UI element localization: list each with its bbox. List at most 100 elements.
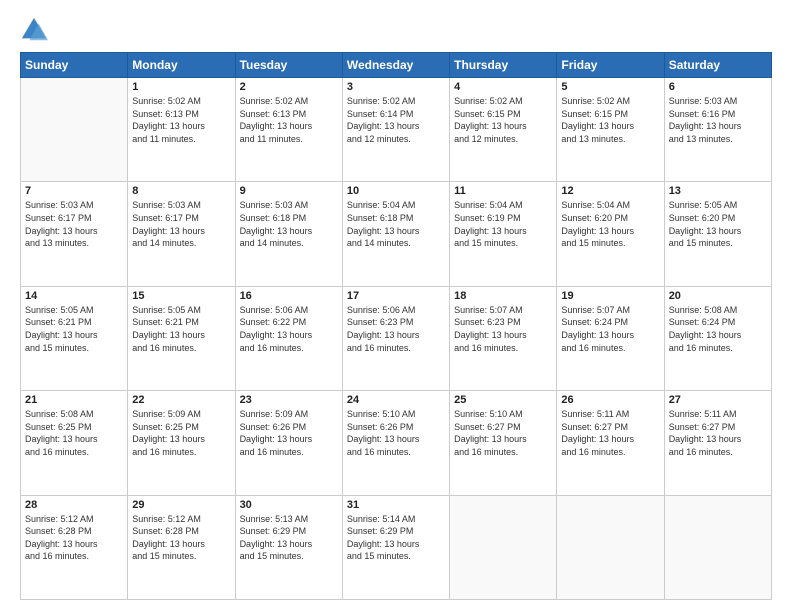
calendar-cell: 18Sunrise: 5:07 AM Sunset: 6:23 PM Dayli… — [450, 286, 557, 390]
calendar-table: SundayMondayTuesdayWednesdayThursdayFrid… — [20, 52, 772, 600]
day-info: Sunrise: 5:08 AM Sunset: 6:24 PM Dayligh… — [669, 304, 767, 354]
day-info: Sunrise: 5:03 AM Sunset: 6:18 PM Dayligh… — [240, 199, 338, 249]
day-number: 14 — [25, 290, 123, 302]
day-number: 13 — [669, 185, 767, 197]
calendar-cell: 14 Sunrise: 5:05 AM Sunset: 6:21 PM Dayli… — [21, 286, 128, 390]
calendar-cell: 4 Sunrise: 5:02 AM Sunset: 6:15 PM Daylig… — [450, 78, 557, 182]
calendar-cell: 7 Sunrise: 5:03 AM Sunset: 6:17 PM Daylig… — [21, 182, 128, 286]
day-number: 3 — [347, 81, 445, 93]
day-info: Sunrise: 5:05 AM Sunset: 6:20 PM Dayligh… — [669, 199, 767, 249]
day-info: Sunrise: 5:06 AM Sunset: 6:23 PM Dayligh… — [347, 304, 445, 354]
day-number: 7 — [25, 185, 123, 197]
calendar-cell: 11Sunrise: 5:04 AM Sunset: 6:19 PM Dayli… — [450, 182, 557, 286]
day-info: Sunrise: 5:02 AM Sunset: 6:14 PM Dayligh… — [347, 95, 445, 145]
day-number: 31 — [347, 499, 445, 511]
calendar-cell: 28 Sunrise: 5:12 AM Sunset: 6:28 PM Dayli… — [21, 495, 128, 599]
day-info: Sunrise: 5:03 AM Sunset: 6:17 PM Dayligh… — [132, 199, 230, 249]
day-info: Sunrise: 5:03 AM Sunset: 6:17 PM Dayligh… — [25, 199, 123, 249]
logo-icon — [20, 16, 48, 44]
day-info: Sunrise: 5:02 AM Sunset: 6:13 PM Dayligh… — [240, 95, 338, 145]
day-info: Sunrise: 5:06 AM Sunset: 6:22 PM Dayligh… — [240, 304, 338, 354]
day-info: Sunrise: 5:13 AM Sunset: 6:29 PM Dayligh… — [240, 513, 338, 563]
day-number: 6 — [669, 81, 767, 93]
calendar-cell: 23 Sunrise: 5:09 AM Sunset: 6:26 PM Dayli… — [235, 391, 342, 495]
calendar-cell: 12 Sunrise: 5:04 AM Sunset: 6:20 PM Dayli… — [557, 182, 664, 286]
calendar-cell: 13 Sunrise: 5:05 AM Sunset: 6:20 PM Dayli… — [664, 182, 771, 286]
day-number: 15 — [132, 290, 230, 302]
day-number: 22 — [132, 394, 230, 406]
day-info: Sunrise: 5:03 AM Sunset: 6:16 PM Dayligh… — [669, 95, 767, 145]
day-info: Sunrise: 5:05 AM Sunset: 6:21 PM Dayligh… — [25, 304, 123, 354]
calendar-cell: 1Sunrise: 5:02 AM Sunset: 6:13 PM Daylig… — [128, 78, 235, 182]
day-number: 24 — [347, 394, 445, 406]
day-info: Sunrise: 5:02 AM Sunset: 6:15 PM Dayligh… — [454, 95, 552, 145]
calendar-cell: 3 Sunrise: 5:02 AM Sunset: 6:14 PM Daylig… — [342, 78, 449, 182]
day-number: 21 — [25, 394, 123, 406]
day-header-sunday: Sunday — [21, 53, 128, 78]
calendar-cell — [450, 495, 557, 599]
calendar-cell: 21 Sunrise: 5:08 AM Sunset: 6:25 PM Dayli… — [21, 391, 128, 495]
day-info: Sunrise: 5:02 AM Sunset: 6:15 PM Dayligh… — [561, 95, 659, 145]
day-number: 16 — [240, 290, 338, 302]
calendar-cell: 20 Sunrise: 5:08 AM Sunset: 6:24 PM Dayli… — [664, 286, 771, 390]
day-number: 29 — [132, 499, 230, 511]
day-number: 17 — [347, 290, 445, 302]
calendar-cell: 10 Sunrise: 5:04 AM Sunset: 6:18 PM Dayli… — [342, 182, 449, 286]
calendar-week-3: 14 Sunrise: 5:05 AM Sunset: 6:21 PM Dayli… — [21, 286, 772, 390]
day-number: 9 — [240, 185, 338, 197]
day-header-saturday: Saturday — [664, 53, 771, 78]
calendar-cell: 27 Sunrise: 5:11 AM Sunset: 6:27 PM Dayli… — [664, 391, 771, 495]
calendar-cell — [557, 495, 664, 599]
day-number: 19 — [561, 290, 659, 302]
day-number: 4 — [454, 81, 552, 93]
calendar-week-5: 28 Sunrise: 5:12 AM Sunset: 6:28 PM Dayli… — [21, 495, 772, 599]
header — [20, 16, 772, 44]
calendar-cell: 17 Sunrise: 5:06 AM Sunset: 6:23 PM Dayli… — [342, 286, 449, 390]
calendar-cell: 8 Sunrise: 5:03 AM Sunset: 6:17 PM Daylig… — [128, 182, 235, 286]
day-number: 10 — [347, 185, 445, 197]
calendar-cell: 29 Sunrise: 5:12 AM Sunset: 6:28 PM Dayli… — [128, 495, 235, 599]
day-number: 26 — [561, 394, 659, 406]
day-number: 27 — [669, 394, 767, 406]
page: SundayMondayTuesdayWednesdayThursdayFrid… — [0, 0, 792, 612]
day-number: 23 — [240, 394, 338, 406]
calendar-cell: 24Sunrise: 5:10 AM Sunset: 6:26 PM Dayli… — [342, 391, 449, 495]
calendar-cell: 30 Sunrise: 5:13 AM Sunset: 6:29 PM Dayli… — [235, 495, 342, 599]
day-info: Sunrise: 5:08 AM Sunset: 6:25 PM Dayligh… — [25, 408, 123, 458]
calendar-cell: 31 Sunrise: 5:14 AM Sunset: 6:29 PM Dayli… — [342, 495, 449, 599]
calendar-week-1: 1Sunrise: 5:02 AM Sunset: 6:13 PM Daylig… — [21, 78, 772, 182]
day-info: Sunrise: 5:12 AM Sunset: 6:28 PM Dayligh… — [132, 513, 230, 563]
calendar-cell: 19 Sunrise: 5:07 AM Sunset: 6:24 PM Dayli… — [557, 286, 664, 390]
calendar-week-2: 7 Sunrise: 5:03 AM Sunset: 6:17 PM Daylig… — [21, 182, 772, 286]
day-number: 11 — [454, 185, 552, 197]
day-number: 20 — [669, 290, 767, 302]
day-info: Sunrise: 5:09 AM Sunset: 6:26 PM Dayligh… — [240, 408, 338, 458]
day-info: Sunrise: 5:14 AM Sunset: 6:29 PM Dayligh… — [347, 513, 445, 563]
calendar-header-row: SundayMondayTuesdayWednesdayThursdayFrid… — [21, 53, 772, 78]
day-number: 5 — [561, 81, 659, 93]
calendar-cell: 9 Sunrise: 5:03 AM Sunset: 6:18 PM Daylig… — [235, 182, 342, 286]
day-number: 30 — [240, 499, 338, 511]
day-info: Sunrise: 5:11 AM Sunset: 6:27 PM Dayligh… — [669, 408, 767, 458]
day-number: 8 — [132, 185, 230, 197]
calendar-cell: 26Sunrise: 5:11 AM Sunset: 6:27 PM Dayli… — [557, 391, 664, 495]
day-info: Sunrise: 5:02 AM Sunset: 6:13 PM Dayligh… — [132, 95, 230, 145]
logo — [20, 16, 52, 44]
calendar-cell: 2Sunrise: 5:02 AM Sunset: 6:13 PM Daylig… — [235, 78, 342, 182]
day-number: 12 — [561, 185, 659, 197]
day-info: Sunrise: 5:07 AM Sunset: 6:24 PM Dayligh… — [561, 304, 659, 354]
day-header-monday: Monday — [128, 53, 235, 78]
day-number: 18 — [454, 290, 552, 302]
day-info: Sunrise: 5:04 AM Sunset: 6:18 PM Dayligh… — [347, 199, 445, 249]
calendar-cell: 6 Sunrise: 5:03 AM Sunset: 6:16 PM Daylig… — [664, 78, 771, 182]
day-header-thursday: Thursday — [450, 53, 557, 78]
calendar-cell: 5 Sunrise: 5:02 AM Sunset: 6:15 PM Daylig… — [557, 78, 664, 182]
day-number: 28 — [25, 499, 123, 511]
calendar-cell: 16 Sunrise: 5:06 AM Sunset: 6:22 PM Dayli… — [235, 286, 342, 390]
day-info: Sunrise: 5:12 AM Sunset: 6:28 PM Dayligh… — [25, 513, 123, 563]
day-info: Sunrise: 5:10 AM Sunset: 6:27 PM Dayligh… — [454, 408, 552, 458]
day-header-tuesday: Tuesday — [235, 53, 342, 78]
day-header-friday: Friday — [557, 53, 664, 78]
calendar-week-4: 21 Sunrise: 5:08 AM Sunset: 6:25 PM Dayli… — [21, 391, 772, 495]
day-info: Sunrise: 5:04 AM Sunset: 6:20 PM Dayligh… — [561, 199, 659, 249]
